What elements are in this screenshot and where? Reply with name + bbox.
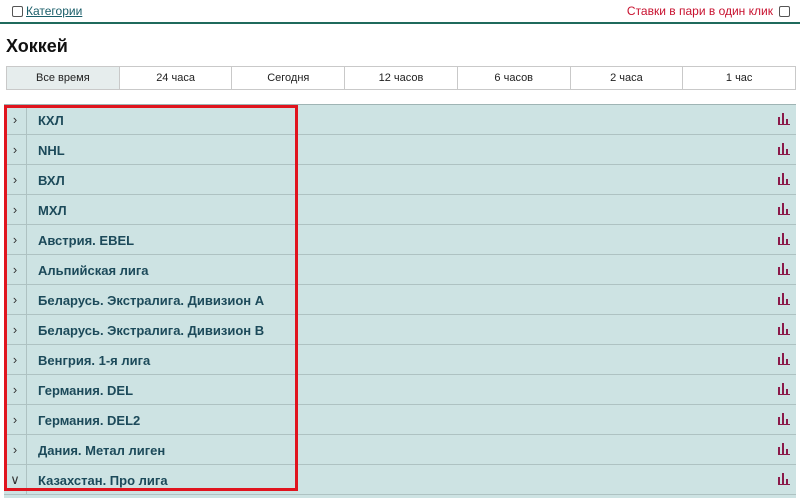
one-click-bet-checkbox[interactable] — [779, 5, 790, 17]
chevron-right-glyph: › — [12, 382, 18, 397]
statistics-icon[interactable] — [778, 323, 790, 335]
time-tab[interactable]: 6 часов — [456, 67, 570, 89]
league-name[interactable]: Беларусь. Экстралига. Дивизион В — [38, 323, 264, 338]
one-click-bet-label: Ставки в пари в один клик — [626, 4, 773, 18]
page-title: Хоккей — [6, 36, 68, 56]
league-row[interactable]: › МХЛ — [4, 195, 796, 225]
league-row[interactable]: ∨ Казахстан. Про лига — [4, 465, 796, 495]
time-tab[interactable]: 24 часа — [118, 67, 232, 89]
league-name[interactable]: Австрия. EBEL — [38, 233, 134, 248]
league-name[interactable]: МХЛ — [38, 203, 67, 218]
categories-link[interactable]: Категории — [26, 4, 82, 18]
time-tab[interactable]: 12 часов — [344, 67, 457, 89]
league-name[interactable]: Альпийская лига — [38, 263, 149, 278]
time-filter-tabs: Все время 24 часа Сегодня 12 часов 6 часов 2 … — [6, 66, 796, 90]
chevron-right-icon[interactable]: › — [4, 285, 27, 314]
chevron-right-icon[interactable]: › — [4, 375, 27, 404]
league-row[interactable]: › NHL — [4, 135, 796, 165]
league-name[interactable]: Казахстан. Про лига — [38, 473, 168, 488]
chevron-right-icon[interactable]: › — [4, 165, 27, 194]
league-name[interactable]: ВХЛ — [38, 173, 65, 188]
statistics-icon[interactable] — [778, 443, 790, 455]
chevron-right-glyph: › — [12, 322, 18, 337]
chevron-right-icon[interactable]: › — [4, 345, 27, 374]
statistics-icon[interactable] — [778, 203, 790, 215]
league-row[interactable]: › Беларусь. Экстралига. Дивизион В — [4, 315, 796, 345]
league-name[interactable]: Германия. DEL — [38, 383, 133, 398]
league-name[interactable]: КХЛ — [38, 113, 64, 128]
league-name[interactable]: Беларусь. Экстралига. Дивизион А — [38, 293, 264, 308]
chevron-right-glyph: › — [12, 352, 18, 367]
statistics-icon[interactable] — [778, 263, 790, 275]
chevron-right-icon[interactable]: › — [4, 405, 27, 434]
chevron-right-icon[interactable]: › — [4, 105, 27, 134]
statistics-icon[interactable] — [778, 293, 790, 305]
statistics-icon[interactable] — [778, 413, 790, 425]
league-row[interactable]: › Германия. DEL2 — [4, 405, 796, 435]
league-name[interactable]: Венгрия. 1-я лига — [38, 353, 150, 368]
chevron-right-glyph: › — [12, 292, 18, 307]
chevron-right-glyph: › — [12, 412, 18, 427]
league-row[interactable]: › ВХЛ — [4, 165, 796, 195]
statistics-icon[interactable] — [778, 473, 790, 485]
league-row[interactable]: › Беларусь. Экстралига. Дивизион А — [4, 285, 796, 315]
chevron-right-icon[interactable]: › — [4, 255, 27, 284]
time-tab[interactable]: Все время — [7, 67, 119, 89]
league-name[interactable]: Германия. DEL2 — [38, 413, 140, 428]
chevron-right-icon[interactable]: › — [4, 195, 27, 224]
statistics-icon[interactable] — [778, 383, 790, 395]
chevron-right-glyph: › — [12, 262, 18, 277]
time-tab[interactable]: 2 часа — [569, 67, 683, 89]
league-row[interactable]: › Венгрия. 1-я лига — [4, 345, 796, 375]
chevron-right-icon[interactable]: › — [4, 435, 27, 464]
chevron-right-glyph: › — [12, 442, 18, 457]
statistics-icon[interactable] — [778, 113, 790, 125]
league-row[interactable]: › КХЛ — [4, 105, 796, 135]
league-row[interactable]: › Австрия. EBEL — [4, 225, 796, 255]
chevron-right-icon[interactable]: › — [4, 315, 27, 344]
categories-checkbox[interactable] — [12, 5, 23, 17]
chevron-down-icon[interactable]: ∨ — [4, 465, 27, 494]
statistics-icon[interactable] — [778, 173, 790, 185]
league-row[interactable]: › Дания. Метал лиген — [4, 435, 796, 465]
league-row[interactable]: › Альпийская лига — [4, 255, 796, 285]
statistics-icon[interactable] — [778, 143, 790, 155]
league-row[interactable]: › Германия. DEL — [4, 375, 796, 405]
league-list: › КХЛ › NHL › ВХЛ › МХЛ › Австрия. EBEL › Альпийска… — [4, 104, 796, 498]
league-name[interactable]: Дания. Метал лиген — [38, 443, 165, 458]
time-tab[interactable]: Сегодня — [231, 67, 345, 89]
statistics-icon[interactable] — [778, 233, 790, 245]
league-name[interactable]: NHL — [38, 143, 65, 158]
chevron-right-glyph: › — [12, 142, 18, 157]
one-click-bet-toggle[interactable]: Ставки в пари в один клик — [627, 4, 790, 18]
time-tab[interactable]: 1 час — [682, 67, 796, 89]
chevron-right-icon[interactable]: › — [4, 225, 27, 254]
categories-toggle[interactable]: Категории — [12, 4, 82, 18]
chevron-right-glyph: › — [12, 232, 18, 247]
statistics-icon[interactable] — [778, 353, 790, 365]
chevron-right-icon[interactable]: › — [4, 135, 27, 164]
chevron-down-glyph: ∨ — [10, 472, 20, 487]
top-bar: Категории Ставки в пари в один клик — [0, 0, 800, 24]
chevron-right-glyph: › — [12, 112, 18, 127]
chevron-right-glyph: › — [12, 172, 18, 187]
chevron-right-glyph: › — [12, 202, 18, 217]
